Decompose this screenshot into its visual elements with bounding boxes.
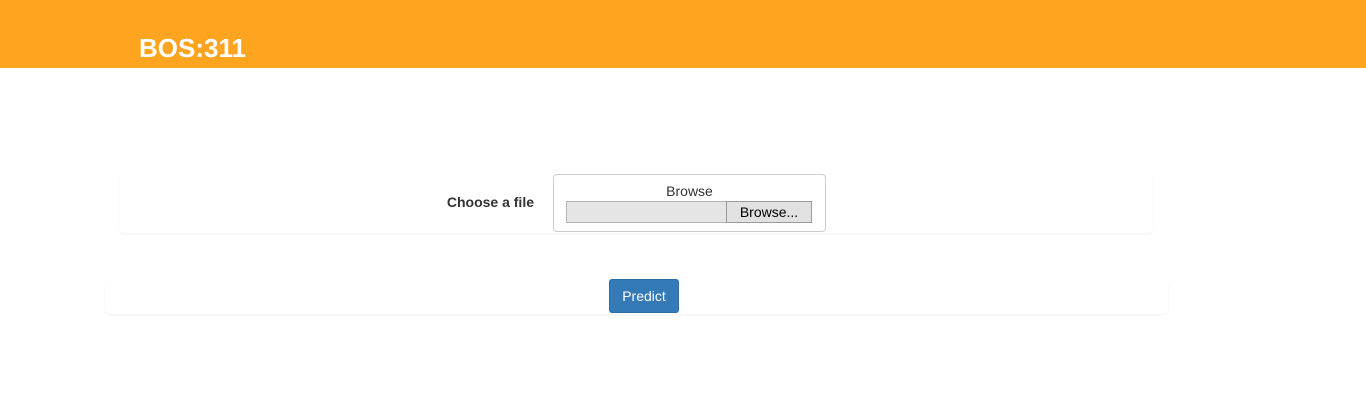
file-upload-box: Browse Browse... xyxy=(553,174,826,232)
predict-button[interactable]: Predict xyxy=(609,279,679,313)
choose-file-label: Choose a file xyxy=(446,194,534,210)
file-upload-box-title: Browse xyxy=(666,183,713,199)
file-name-field[interactable] xyxy=(566,201,726,223)
top-header-bar: BOS:311 xyxy=(0,0,1366,68)
file-input[interactable]: Browse... xyxy=(566,201,812,223)
app-title: BOS:311 xyxy=(139,33,246,63)
browse-button[interactable]: Browse... xyxy=(726,201,812,223)
